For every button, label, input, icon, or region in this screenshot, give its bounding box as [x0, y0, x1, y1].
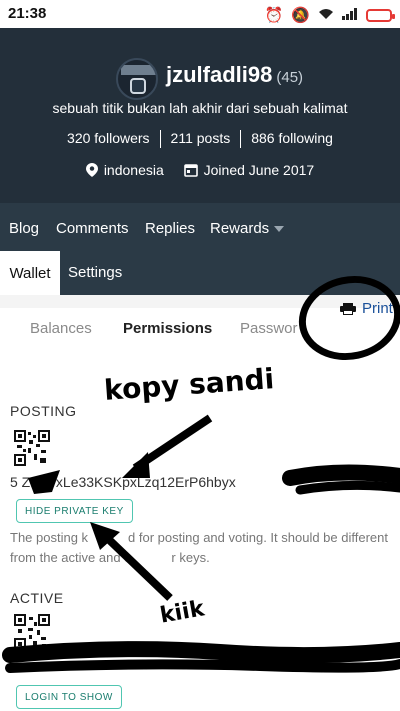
scribble-redaction: [295, 480, 400, 495]
arrow-head: [122, 452, 150, 478]
scribble-redaction: [282, 464, 400, 486]
scribble-redaction: [5, 659, 400, 673]
print-circle-marker: [298, 276, 400, 360]
scribble-redaction: [2, 641, 400, 664]
arrow-line: [99, 530, 173, 601]
scribble-redaction: [28, 470, 60, 494]
